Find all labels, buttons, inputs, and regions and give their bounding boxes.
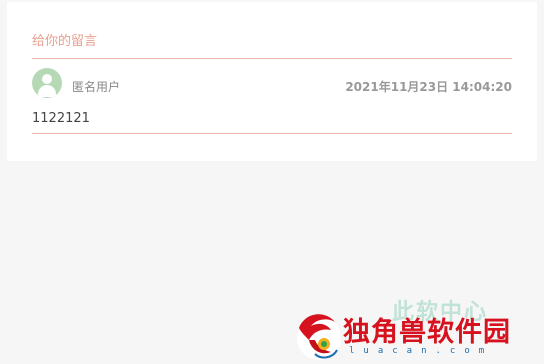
comments-card: 给你的留言 匿名用户 2021年11月23日 14:04:20 1122121: [7, 2, 537, 161]
divider: [32, 133, 512, 134]
user-avatar-icon: [32, 68, 62, 98]
comment-timestamp: 2021年11月23日 14:04:20: [345, 80, 512, 94]
watermark-name: 独角兽软件园: [343, 317, 511, 348]
watermark-domain: luacan.com: [349, 346, 494, 356]
comment-text: 1122121: [32, 111, 90, 126]
comment-author: 匿名用户: [72, 80, 121, 94]
dragon-logo-icon: [297, 314, 341, 360]
divider: [32, 58, 512, 59]
section-title: 给你的留言: [32, 34, 98, 49]
site-watermark: 独角兽软件园 luacan.com: [291, 306, 544, 364]
